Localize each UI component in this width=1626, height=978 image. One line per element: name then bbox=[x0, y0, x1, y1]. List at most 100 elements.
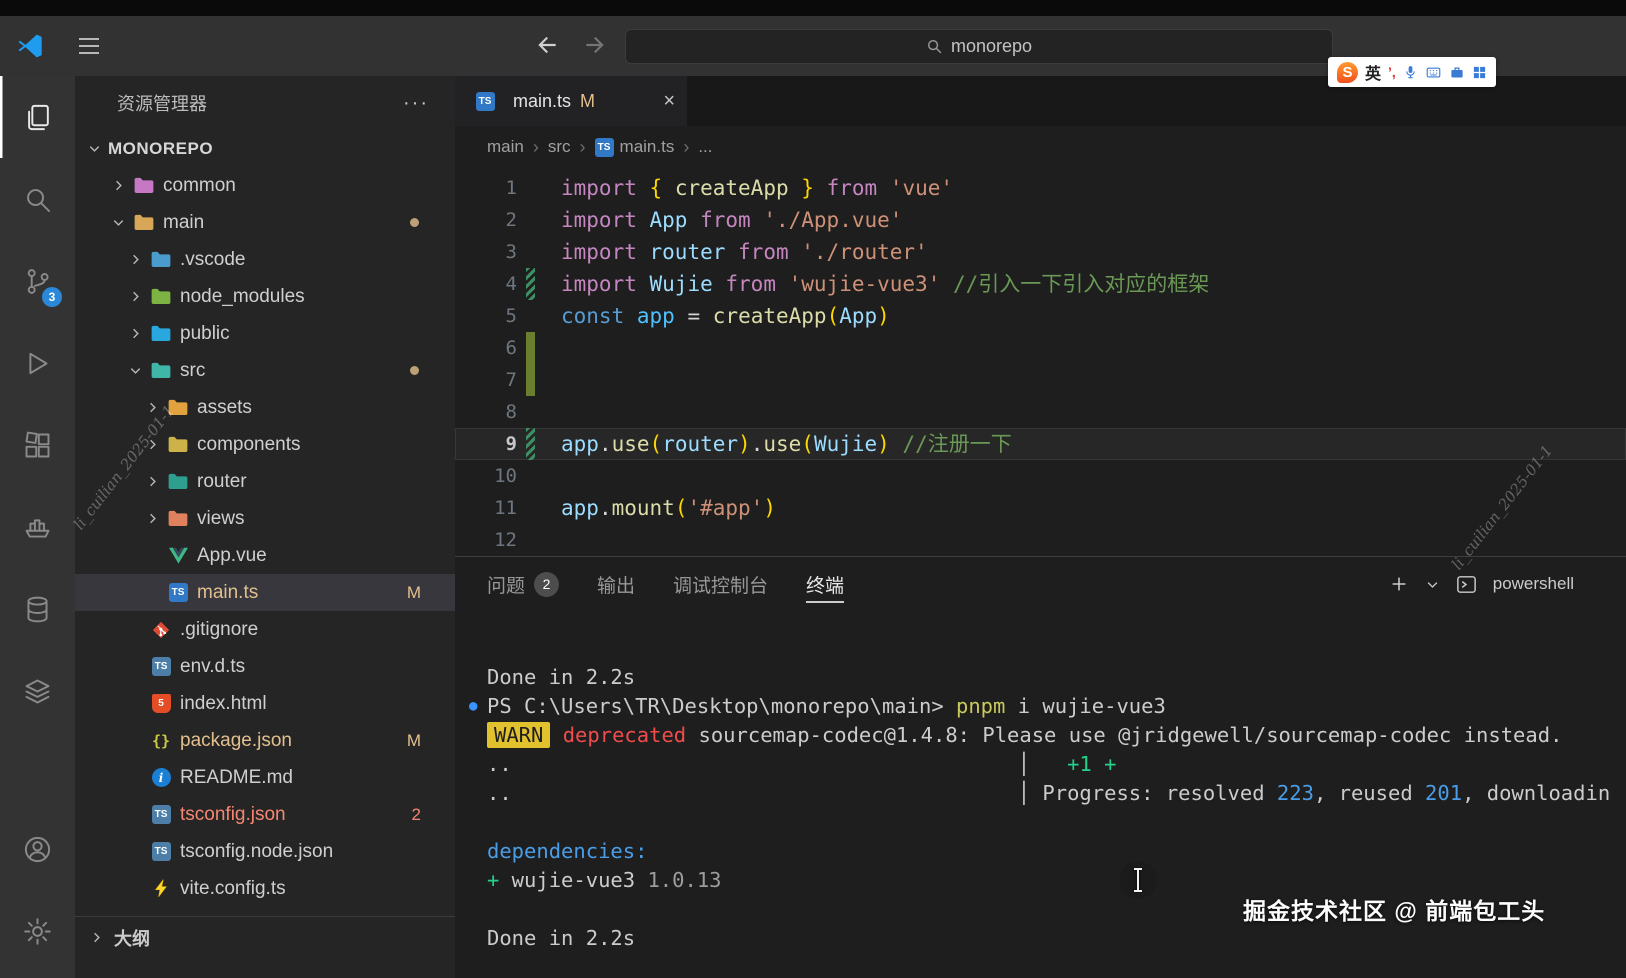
tree-item-main[interactable]: main bbox=[75, 204, 455, 241]
tree-item-node_modules[interactable]: node_modules bbox=[75, 278, 455, 315]
terminal-line: + wujie-vue3 1.0.13 bbox=[487, 868, 722, 892]
code-line-3[interactable]: 3 import router from './router' bbox=[455, 236, 1626, 268]
close-icon[interactable]: × bbox=[663, 90, 675, 113]
tree-item-assets[interactable]: assets bbox=[75, 389, 455, 426]
panel-tab-终端[interactable]: 终端 bbox=[806, 557, 845, 611]
source-control-icon[interactable]: 3 bbox=[0, 240, 75, 322]
ime-language[interactable]: 英 bbox=[1365, 60, 1381, 84]
terminal-shell-label[interactable]: powershell bbox=[1493, 574, 1574, 594]
terminal-line: .. │ Progress: resolved 223, reused 201,… bbox=[487, 781, 1611, 805]
git-gutter-indicator bbox=[524, 268, 539, 300]
ime-toolbar[interactable]: S 英 ’, bbox=[1328, 57, 1496, 87]
breadcrumb-main[interactable]: main bbox=[487, 137, 524, 157]
layers-icon[interactable] bbox=[0, 650, 75, 732]
search-value: monorepo bbox=[950, 36, 1033, 56]
tab-git-status: M bbox=[580, 90, 596, 111]
tree-item-index.html[interactable]: 5 index.html bbox=[75, 685, 455, 722]
extensions-icon[interactable] bbox=[0, 404, 75, 486]
gutter bbox=[524, 396, 539, 428]
modified-dot bbox=[410, 218, 419, 227]
settings-icon[interactable] bbox=[0, 890, 75, 972]
code-line-8[interactable]: 8 bbox=[455, 396, 1626, 428]
code-line-4[interactable]: 4 import Wujie from 'wujie-vue3' //引入一下引入… bbox=[455, 268, 1626, 300]
explorer-icon[interactable] bbox=[0, 76, 75, 158]
git-status-badge: M bbox=[406, 582, 421, 602]
code-line-2[interactable]: 2 import App from './App.vue' bbox=[455, 204, 1626, 236]
line-number: 12 bbox=[494, 529, 517, 551]
folder-icon bbox=[149, 362, 173, 379]
tree-item-src[interactable]: src bbox=[75, 352, 455, 389]
code-line-7[interactable]: 7 bbox=[455, 364, 1626, 396]
tree-item-views[interactable]: views bbox=[75, 500, 455, 537]
chevron-right-icon bbox=[89, 930, 110, 945]
code-line-1[interactable]: 1 import { createApp } from 'vue' bbox=[455, 172, 1626, 204]
code-line-10[interactable]: 10 bbox=[455, 460, 1626, 492]
new-terminal-icon[interactable] bbox=[1388, 573, 1410, 595]
toolbox-icon[interactable] bbox=[1449, 65, 1465, 80]
tree-item-components[interactable]: components bbox=[75, 426, 455, 463]
menu-icon[interactable] bbox=[78, 37, 100, 55]
ime-punctuation[interactable]: ’, bbox=[1388, 64, 1396, 80]
panel-tab-问题[interactable]: 问题 2 bbox=[487, 557, 560, 611]
account-icon[interactable] bbox=[0, 808, 75, 890]
microphone-icon[interactable] bbox=[1403, 64, 1418, 80]
panel-tab-调试控制台[interactable]: 调试控制台 bbox=[673, 557, 768, 611]
file-label: package.json bbox=[180, 729, 292, 751]
database-icon[interactable] bbox=[0, 568, 75, 650]
tree-item-.vscode[interactable]: .vscode bbox=[75, 241, 455, 278]
tree-item-tsconfig.json[interactable]: TS tsconfig.json 2 bbox=[75, 796, 455, 833]
ts-icon: TS bbox=[166, 583, 190, 602]
code-line-6[interactable]: 6 bbox=[455, 332, 1626, 364]
tab-main-ts[interactable]: TS main.ts M × bbox=[455, 76, 687, 126]
terminal-line: Done in 2.2s bbox=[487, 926, 636, 950]
apps-grid-icon[interactable] bbox=[1472, 65, 1487, 80]
tree-item-README.md[interactable]: i README.md bbox=[75, 759, 455, 796]
code-line-11[interactable]: 11 app.mount('#app') bbox=[455, 492, 1626, 524]
tree-item-App.vue[interactable]: App.vue bbox=[75, 537, 455, 574]
file-label: views bbox=[197, 507, 245, 529]
keyboard-icon[interactable] bbox=[1425, 65, 1442, 80]
file-label: src bbox=[180, 359, 206, 381]
breadcrumb-main.ts[interactable]: TS main.ts bbox=[594, 137, 674, 157]
sogou-logo-icon[interactable]: S bbox=[1337, 61, 1358, 83]
tree-item-.gitignore[interactable]: .gitignore bbox=[75, 611, 455, 648]
gutter bbox=[524, 236, 539, 268]
remote-docker-icon[interactable] bbox=[0, 486, 75, 568]
line-number: 9 bbox=[505, 433, 517, 455]
run-debug-icon[interactable] bbox=[0, 322, 75, 404]
code-editor[interactable]: 1 import { createApp } from 'vue' 2 import … bbox=[455, 168, 1626, 556]
line-number: 6 bbox=[505, 337, 517, 359]
breadcrumb-...[interactable]: ... bbox=[698, 137, 712, 157]
chevron-down-icon[interactable] bbox=[1425, 577, 1440, 592]
outline-section[interactable]: 大纲 bbox=[75, 916, 455, 958]
editor-area: TS main.ts M × main › src › TS main.ts ›... 1i… bbox=[455, 76, 1626, 978]
scm-badge: 3 bbox=[42, 287, 62, 307]
forward-arrow-icon[interactable] bbox=[582, 32, 608, 58]
tree-item-vite.config.ts[interactable]: vite.config.ts bbox=[75, 870, 455, 907]
code-line-12[interactable]: 12 bbox=[455, 524, 1626, 556]
code-line-5[interactable]: 5 const app = createApp(App) bbox=[455, 300, 1626, 332]
file-label: .gitignore bbox=[180, 618, 259, 640]
tree-item-main.ts[interactable]: TS main.ts M bbox=[75, 574, 455, 611]
breadcrumb-src[interactable]: src bbox=[548, 137, 571, 157]
folder-icon bbox=[166, 399, 190, 416]
search-icon[interactable] bbox=[0, 158, 75, 240]
community-watermark: 掘金技术社区 @ 前端包工头 bbox=[1243, 898, 1546, 924]
tree-item-common[interactable]: common bbox=[75, 167, 455, 204]
code-line-9[interactable]: 9 app.use(router).use(Wujie) //注册一下 bbox=[455, 428, 1626, 460]
tree-item-tsconfig.node.json[interactable]: TS tsconfig.node.json bbox=[75, 833, 455, 870]
tree-item-package.json[interactable]: {} package.json M bbox=[75, 722, 455, 759]
back-arrow-icon[interactable] bbox=[534, 32, 560, 58]
more-actions-icon[interactable]: ··· bbox=[403, 92, 429, 115]
tree-item-public[interactable]: public bbox=[75, 315, 455, 352]
line-number: 11 bbox=[494, 497, 517, 519]
tree-item-router[interactable]: router bbox=[75, 463, 455, 500]
tree-root-monorepo[interactable]: MONOREPO bbox=[75, 130, 455, 167]
sidebar-title: 资源管理器 bbox=[117, 94, 207, 114]
panel-tab-输出[interactable]: 输出 bbox=[597, 557, 635, 611]
command-center-search[interactable]: monorepo bbox=[625, 29, 1333, 64]
ts2-icon: TS bbox=[149, 842, 173, 861]
file-label: README.md bbox=[180, 766, 293, 788]
git-icon bbox=[149, 621, 173, 639]
tree-item-env.d.ts[interactable]: TS env.d.ts bbox=[75, 648, 455, 685]
